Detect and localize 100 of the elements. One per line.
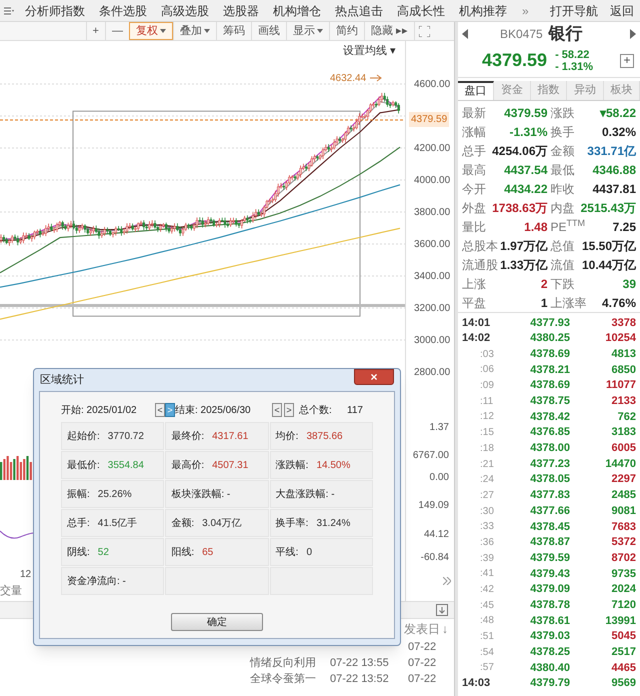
stat-label: 量比 [462, 218, 486, 236]
add-button[interactable]: + [620, 54, 634, 68]
close-button[interactable]: × [354, 369, 394, 385]
ok-button[interactable]: 确定 [171, 613, 263, 631]
news-time: 07-22 13:55 [330, 656, 390, 671]
toolbar-button[interactable]: 筹码 [216, 22, 251, 40]
tick-time: :42 [479, 583, 495, 598]
axis-label: 1.37 [430, 421, 449, 435]
download-icon[interactable] [436, 604, 448, 616]
stat-label: 换手率: [276, 516, 308, 530]
news-time: 07-22 13:52 [330, 672, 390, 687]
axis-label: 3000.00 [414, 334, 450, 348]
stat-value: 25.26% [98, 488, 132, 502]
stat-label: 平盘 [462, 294, 486, 312]
nav-link[interactable]: 返回 [604, 2, 640, 20]
tick-time: :57 [479, 661, 495, 676]
axis-label: 2800.00 [414, 366, 450, 380]
caret-icon [204, 29, 210, 33]
toolbar-button[interactable]: 隐藏 ▸▸ [364, 22, 414, 40]
percent-change: - 1.31% [555, 60, 593, 72]
toolbar-button[interactable]: 简约 [328, 22, 364, 40]
tick-time: 14:03 [462, 676, 492, 692]
stat-value: 2515.43万 [580, 200, 636, 216]
volume-bars-drawing [0, 456, 32, 480]
price-change: - 58.22 [555, 48, 590, 60]
tick-time: :30 [479, 504, 495, 519]
tick-volume: 10254 [604, 331, 636, 346]
nav-link[interactable]: 热点追击 [328, 2, 390, 20]
arrow-button[interactable]: < [272, 403, 282, 417]
toolbar-button[interactable]: 显示 [286, 22, 329, 40]
tick-volume: 7683 [610, 520, 636, 535]
stat-label: 资金净流向: - [67, 574, 126, 588]
axis-label: 3800.00 [414, 206, 450, 220]
stat-label: 昨收 [550, 180, 574, 198]
tick-volume: 9569 [610, 676, 636, 692]
tick-price: 4377.93 [529, 316, 570, 331]
tick-price: 4377.66 [529, 504, 570, 519]
toolbar-button[interactable]: 复权 [128, 22, 173, 40]
tick-time: :15 [479, 426, 495, 440]
nav-link[interactable]: 高成长性 [390, 2, 452, 20]
previous-arrow-icon[interactable] [462, 29, 468, 39]
toolbar-button[interactable]: + [86, 22, 105, 40]
tick-price: 4378.75 [529, 394, 570, 410]
stat-value: 31.24% [316, 516, 350, 530]
stat-label: 大盘涨跌幅: - [276, 488, 335, 502]
tick-volume: 2024 [610, 582, 636, 598]
stat-value: 10.44万亿 [582, 256, 636, 274]
tick-time: :41 [479, 567, 495, 582]
caret-icon [160, 29, 166, 33]
stat-value: 4507.31 [212, 458, 248, 472]
toolbar-button[interactable]: 画线 [250, 22, 286, 40]
stat-value: 4317.61 [212, 430, 248, 444]
news-title[interactable]: 全球令蚕第一 [250, 670, 330, 688]
news-title[interactable]: 情绪反向利用 [250, 654, 330, 672]
axis-label: 4000.00 [414, 174, 450, 188]
nav-link[interactable]: 分析师指数 [18, 2, 92, 20]
tick-price: 4379.43 [529, 566, 570, 582]
stat-label: 流通股 [462, 256, 498, 274]
stat-value: 4437.81 [592, 180, 636, 198]
end-date: 结束: 2025/06/30 [175, 404, 252, 418]
stat-label: 平线: [276, 546, 298, 560]
nav-link[interactable]: 打开导航 [544, 2, 604, 20]
stat-value: 65 [202, 546, 214, 560]
expand-icon[interactable] [443, 577, 451, 585]
stat-value: 0 [306, 546, 312, 560]
axis-label: 4600.00 [414, 78, 450, 92]
column-header[interactable]: 发表日 [404, 620, 440, 638]
nav-link[interactable]: 条件选股 [92, 2, 154, 20]
tick-volume: 9081 [610, 504, 636, 519]
nav-link[interactable]: 选股器 [216, 2, 266, 20]
toolbar-button[interactable]: 叠加 [172, 22, 216, 40]
nav-link[interactable]: 高级选股 [154, 2, 216, 20]
nav-link[interactable]: 机构推荐 [452, 2, 514, 20]
stat-value: 15.50万亿 [582, 238, 636, 254]
tick-time: :06 [479, 363, 495, 378]
nav-link[interactable]: 机构增仓 [266, 2, 328, 20]
tick-price: 4380.40 [529, 660, 570, 676]
stat-label: 流值 [550, 256, 574, 274]
selection-rectangle[interactable] [72, 110, 360, 317]
stat-label: 内盘 [550, 200, 574, 216]
caret-icon [316, 29, 323, 33]
tick-time: :12 [479, 410, 495, 424]
stat-label: 涨跌 [550, 104, 574, 122]
high-price-label: 4632.44 [330, 72, 366, 86]
stat-label: 最低 [550, 162, 574, 178]
tick-time: :36 [479, 536, 495, 550]
next-arrow-icon[interactable] [630, 29, 636, 39]
stat-label: 最高 [462, 162, 486, 178]
stat-label: 金额: [171, 516, 194, 530]
arrow-button[interactable]: > [284, 403, 294, 417]
tick-price: 4378.69 [529, 378, 570, 394]
tick-price: 4378.69 [529, 346, 570, 362]
ma-settings-dropdown[interactable]: 设置均线 ▾ [342, 43, 396, 60]
axis-label: 149.09 [418, 499, 449, 513]
arrow-button[interactable]: < [155, 403, 165, 417]
sort-arrow[interactable]: ↓ [442, 620, 448, 638]
axis-label: 44.12 [424, 528, 449, 542]
panel-tab[interactable]: 盘口 [458, 81, 494, 100]
tick-volume: 5045 [610, 629, 636, 644]
tick-price: 4378.87 [529, 535, 570, 550]
